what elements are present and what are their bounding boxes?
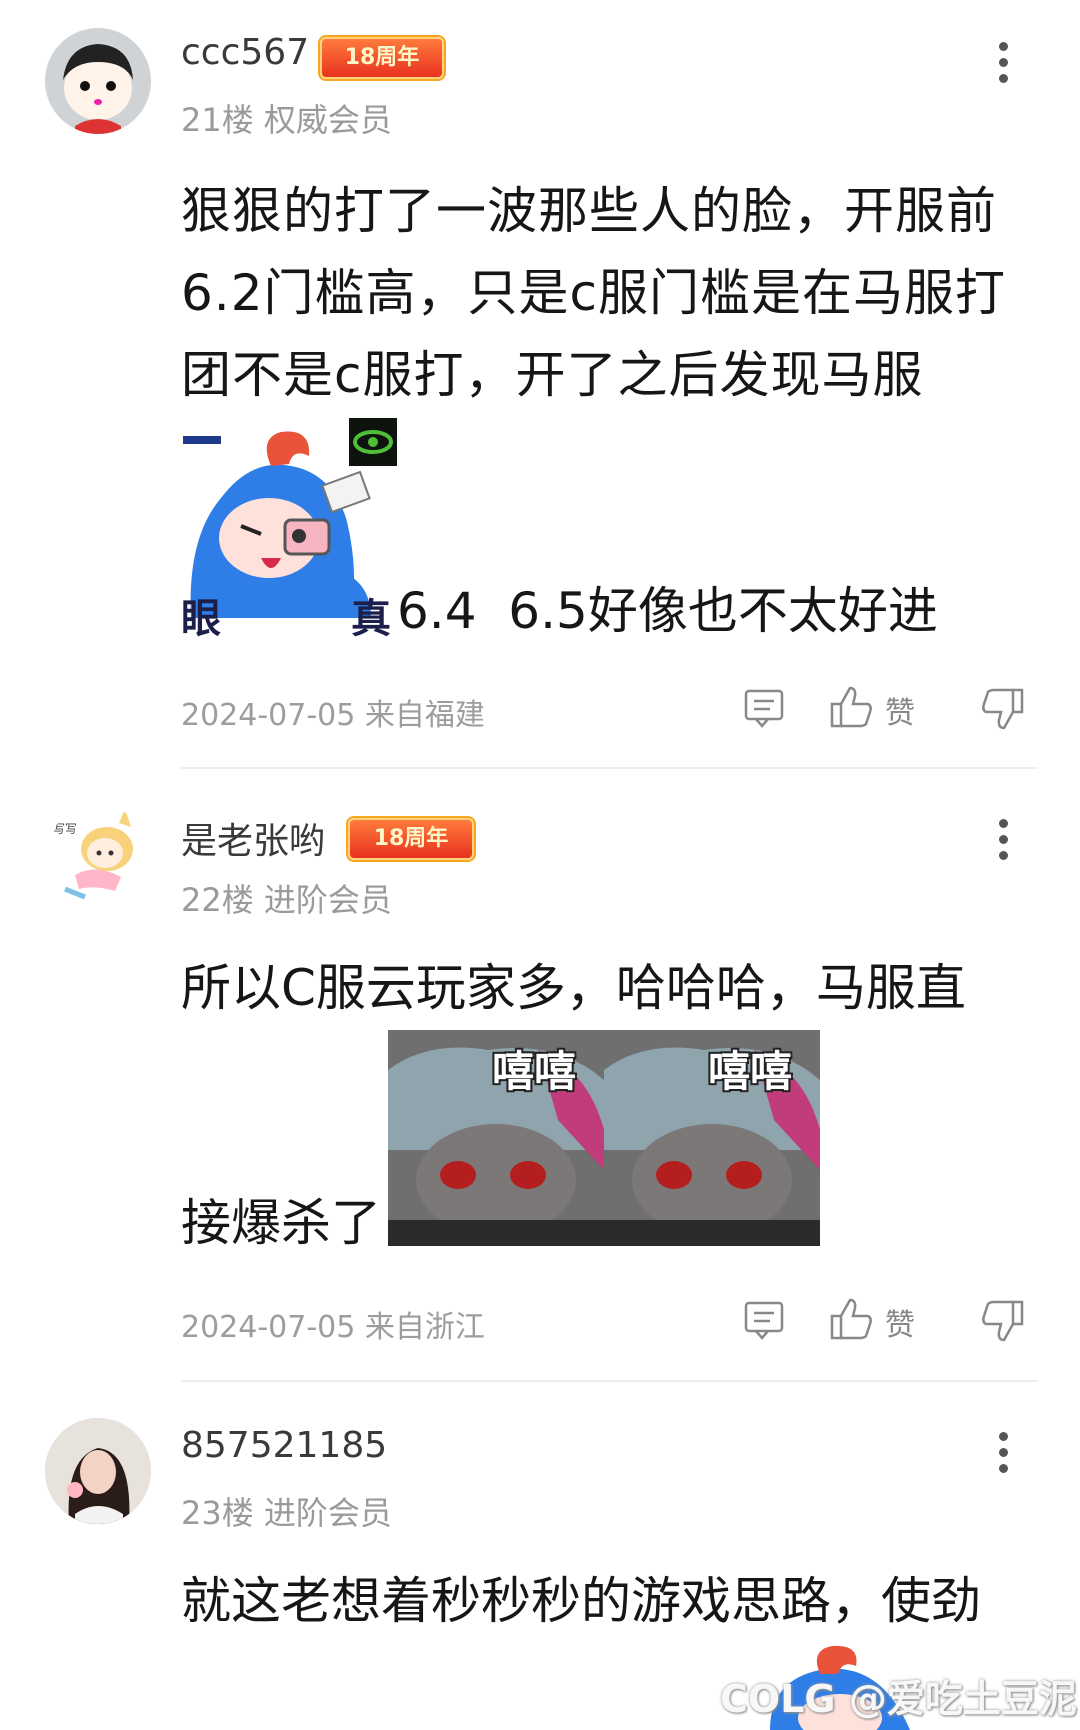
member-rank: 进阶会员 bbox=[263, 1494, 392, 1532]
username[interactable]: 是老张哟 bbox=[181, 812, 325, 864]
comment-line: 团不是c服打，开了之后发现马服 bbox=[181, 346, 924, 404]
comment-line: 6.4 6.5好像也不太好进 bbox=[397, 582, 938, 640]
sticker-image[interactable]: 嘻嘻 bbox=[388, 1030, 604, 1246]
comment-line: 所以C服云玩家多，哈哈哈，马服直 bbox=[181, 959, 966, 1017]
divider bbox=[181, 1380, 1038, 1382]
sticker-caption: 嘻嘻 bbox=[708, 1047, 793, 1096]
floor-number: 22楼 bbox=[181, 881, 254, 919]
floor-info: 22楼 进阶会员 bbox=[181, 875, 392, 921]
floor-number: 23楼 bbox=[181, 1494, 254, 1532]
avatar[interactable]: 写写 bbox=[45, 805, 151, 911]
sticker-image[interactable]: 嘻嘻 bbox=[604, 1030, 820, 1246]
post-location: 来自福建 bbox=[364, 698, 485, 733]
floor-info: 21楼 权威会员 bbox=[181, 95, 392, 141]
post-date: 2024-07-05 bbox=[181, 1310, 356, 1345]
comment-line: 6.2门槛高，只是c服门槛是在马服打 bbox=[181, 264, 1007, 322]
comment-line: 接爆杀了 bbox=[181, 1194, 381, 1252]
watermark: COLG @爱吃土豆泥 bbox=[720, 1677, 1077, 1721]
avatar[interactable] bbox=[45, 1418, 151, 1524]
more-options-icon[interactable] bbox=[992, 42, 1014, 90]
like-icon[interactable] bbox=[828, 1296, 874, 1346]
username[interactable]: ccc567 bbox=[181, 32, 309, 73]
member-rank: 进阶会员 bbox=[263, 881, 392, 919]
more-options-icon[interactable] bbox=[992, 1432, 1014, 1480]
like-label[interactable]: 赞 bbox=[885, 1300, 915, 1344]
post-date: 2024-07-05 bbox=[181, 698, 356, 733]
svg-text:写写: 写写 bbox=[53, 822, 77, 836]
comment-line: 就这老想着秒秒秒的游戏思路，使劲 bbox=[181, 1572, 981, 1630]
sticker-label-right: 真 bbox=[351, 596, 391, 642]
sticker-caption: 嘻嘻 bbox=[492, 1047, 577, 1096]
anniversary-badge: 18周年 bbox=[348, 818, 474, 860]
floor-number: 21楼 bbox=[181, 101, 254, 139]
like-label[interactable]: 赞 bbox=[885, 688, 915, 732]
comment-text: 狠狠的打了一波那些人的脸，开服前 6.2门槛高，只是c服门槛是在马服打 团不是c… bbox=[181, 170, 1041, 416]
sticker-image[interactable]: 眼 真 bbox=[181, 418, 399, 642]
member-rank: 权威会员 bbox=[263, 101, 392, 139]
anniversary-badge: 18周年 bbox=[320, 37, 444, 79]
more-options-icon[interactable] bbox=[992, 819, 1014, 867]
like-icon[interactable] bbox=[828, 684, 874, 734]
floor-info: 23楼 进阶会员 bbox=[181, 1488, 392, 1534]
avatar[interactable] bbox=[45, 28, 151, 134]
reply-icon[interactable] bbox=[742, 686, 786, 734]
dislike-icon[interactable] bbox=[980, 686, 1026, 736]
comment-line: 狠狠的打了一波那些人的脸，开服前 bbox=[181, 182, 997, 240]
post-location: 来自浙江 bbox=[364, 1310, 485, 1345]
username[interactable]: 857521185 bbox=[181, 1425, 387, 1466]
sticker-label-left: 眼 bbox=[181, 596, 221, 642]
divider bbox=[181, 767, 1038, 769]
post-meta: 2024-07-05 来自浙江 bbox=[181, 1302, 485, 1346]
post-meta: 2024-07-05 来自福建 bbox=[181, 690, 485, 734]
dislike-icon[interactable] bbox=[980, 1298, 1026, 1348]
reply-icon[interactable] bbox=[742, 1298, 786, 1346]
